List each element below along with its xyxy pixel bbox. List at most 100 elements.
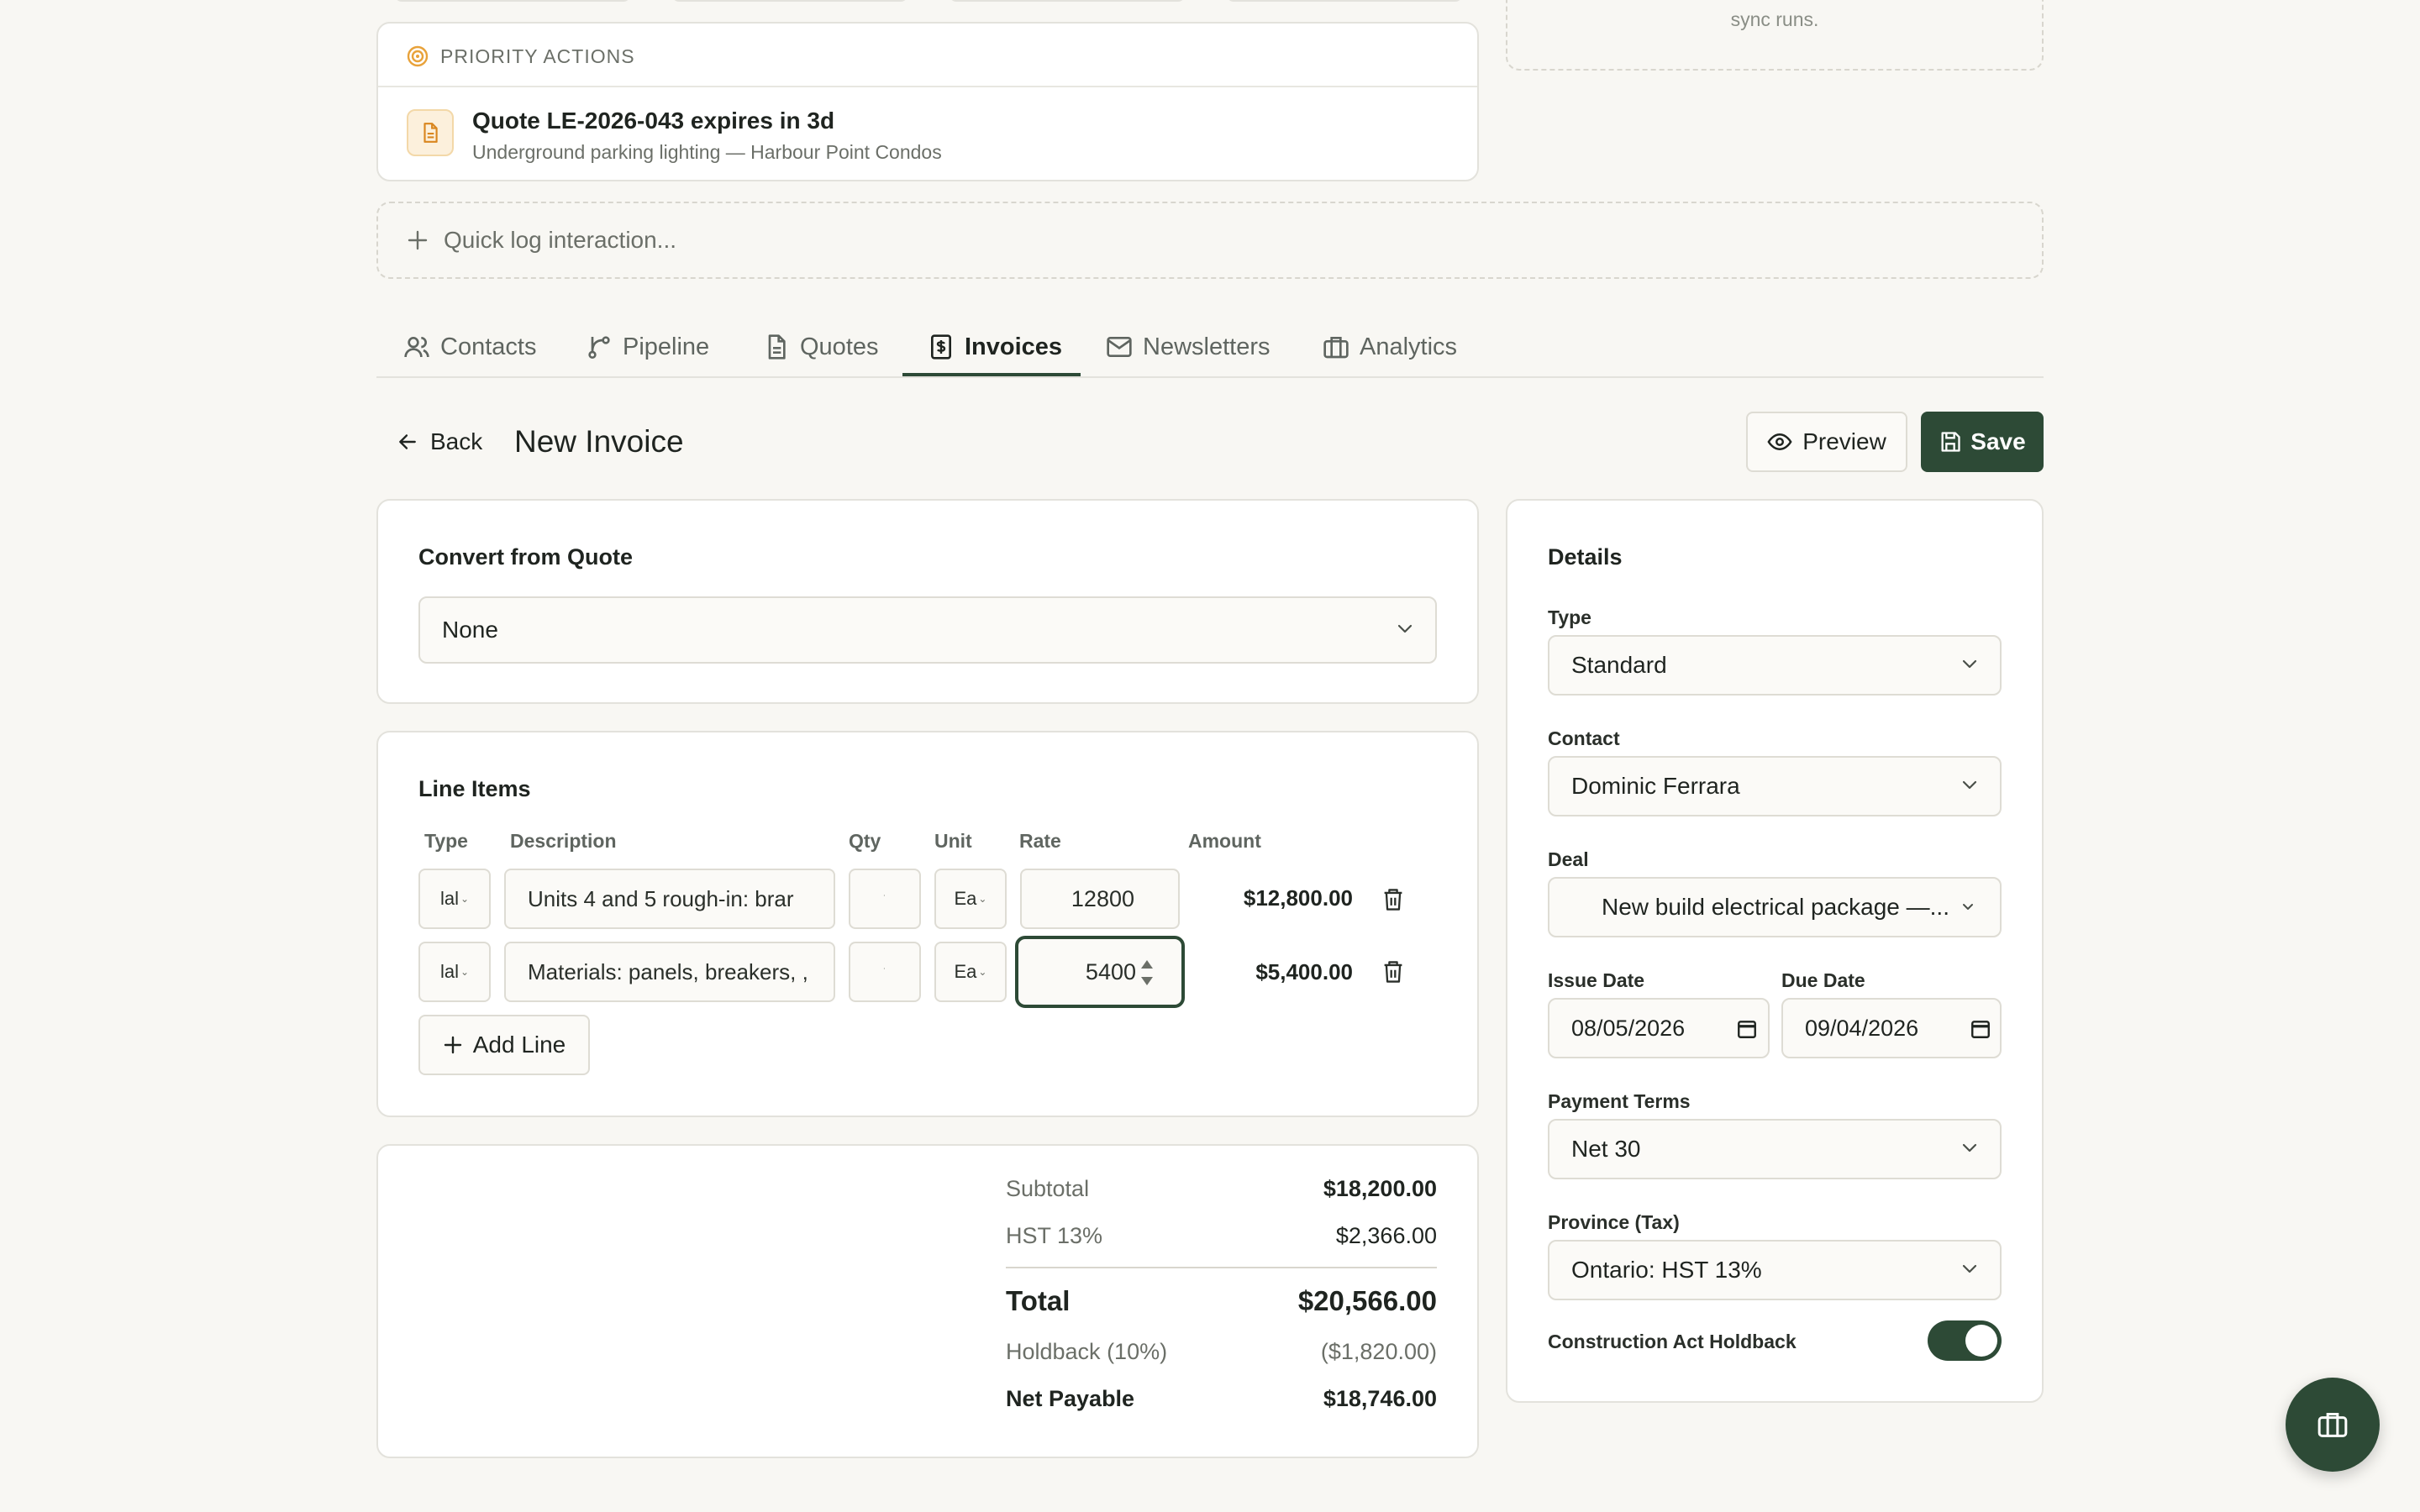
- holdback-toggle-label: Construction Act Holdback: [1548, 1331, 1797, 1352]
- stat-card-edge: [950, 0, 1185, 2]
- tab-quotes[interactable]: Quotes: [763, 321, 879, 373]
- payment-terms-value: Net 30: [1571, 1136, 1641, 1162]
- priority-item[interactable]: Quote LE-2026-043 expires in 3d Undergro…: [407, 108, 1460, 166]
- calendar-icon[interactable]: [1736, 1018, 1758, 1040]
- row-description-input[interactable]: Units 4 and 5 rough-in: brar: [504, 869, 835, 929]
- plus-icon: [407, 229, 429, 251]
- row-unit-select[interactable]: Ea ⌄: [934, 942, 1007, 1002]
- qty-dot: ˙: [883, 893, 886, 905]
- col-amount: Amount: [1188, 830, 1261, 852]
- eye-icon: [1767, 429, 1792, 454]
- chevron-down-icon: ⌄: [460, 893, 470, 905]
- tab-invoices[interactable]: Invoices: [928, 321, 1062, 373]
- net-payable-label: Net Payable: [1006, 1386, 1135, 1411]
- holdback-toggle[interactable]: [1928, 1320, 2002, 1361]
- row-type-select[interactable]: lal ⌄: [418, 869, 491, 929]
- chevron-down-icon: [1961, 1142, 1978, 1154]
- sync-note: sync runs.: [1730, 8, 1819, 30]
- priority-header: PRIORITY ACTIONS: [407, 42, 635, 71]
- quote-icon: [763, 333, 800, 360]
- row-description-input[interactable]: Materials: panels, breakers, ,: [504, 942, 835, 1002]
- preview-button[interactable]: Preview: [1746, 412, 1907, 472]
- add-line-button[interactable]: Add Line: [418, 1015, 590, 1075]
- type-select[interactable]: Standard: [1548, 635, 2002, 696]
- contacts-icon: [403, 333, 440, 360]
- row-qty-input[interactable]: ˙: [849, 942, 921, 1002]
- contact-select-value: Dominic Ferrara: [1571, 773, 1740, 799]
- row-rate-input-focused[interactable]: 5400: [1015, 936, 1185, 1008]
- mail-icon: [1106, 333, 1143, 360]
- tab-invoices-underline: [902, 373, 1081, 376]
- chevron-down-icon: [1961, 780, 1978, 791]
- chevron-down-icon: ⌄: [460, 966, 470, 978]
- target-icon: [407, 45, 429, 67]
- chevron-down-icon: [1961, 659, 1978, 670]
- col-type: Type: [424, 830, 468, 852]
- tab-analytics[interactable]: Analytics: [1323, 321, 1457, 373]
- deal-select-value: New build electrical package —...: [1602, 894, 1949, 920]
- row-unit-select[interactable]: Ea ⌄: [934, 869, 1007, 929]
- priority-divider: [378, 86, 1477, 87]
- holdback-label: Holdback (10%): [1006, 1339, 1168, 1364]
- quick-log-button[interactable]: Quick log interaction...: [376, 202, 2044, 279]
- row-type-value: lal: [439, 888, 459, 909]
- floating-toolbox-button[interactable]: [2286, 1378, 2380, 1472]
- contact-select[interactable]: Dominic Ferrara: [1548, 756, 2002, 816]
- chevron-down-icon: [1961, 1263, 1978, 1275]
- province-select[interactable]: Ontario: HST 13%: [1548, 1240, 2002, 1300]
- back-label: Back: [430, 428, 483, 454]
- type-select-value: Standard: [1571, 652, 1667, 678]
- subtotal-value: $18,200.00: [1323, 1176, 1437, 1201]
- row-description-value: Units 4 and 5 rough-in: brar: [528, 885, 794, 911]
- row-rate-value: 12800: [1071, 885, 1134, 911]
- priority-actions-card: PRIORITY ACTIONS Quote LE-2026-043 expir…: [376, 22, 1479, 181]
- chevron-down-icon: ⌄: [978, 966, 987, 978]
- due-date-label: Due Date: [1781, 969, 1865, 991]
- briefcase-icon: [2316, 1408, 2349, 1441]
- analytics-icon: [1323, 333, 1360, 360]
- tax-value: $2,366.00: [1335, 1223, 1437, 1248]
- tab-contacts[interactable]: Contacts: [403, 321, 536, 373]
- contact-label: Contact: [1548, 727, 1620, 749]
- payment-terms-select[interactable]: Net 30: [1548, 1119, 2002, 1179]
- deal-label: Deal: [1548, 848, 1589, 870]
- row-rate-input[interactable]: 12800: [1020, 869, 1180, 929]
- deal-select[interactable]: New build electrical package —...: [1548, 877, 2002, 937]
- row-rate-value: 5400: [1085, 958, 1136, 984]
- chevron-down-icon: [1961, 902, 1975, 912]
- calendar-icon[interactable]: [1970, 1018, 1991, 1040]
- chevron-down-icon: ⌄: [978, 893, 987, 905]
- col-unit: Unit: [934, 830, 972, 852]
- tab-contacts-label: Contacts: [440, 333, 537, 360]
- col-rate: Rate: [1019, 830, 1061, 852]
- convert-select[interactable]: None: [418, 596, 1437, 664]
- row-type-select[interactable]: lal ⌄: [418, 942, 491, 1002]
- row-amount: $5,400.00: [1255, 959, 1353, 984]
- type-label: Type: [1548, 606, 1591, 628]
- trash-icon[interactable]: [1381, 959, 1405, 984]
- convert-card: Convert from Quote None: [376, 499, 1479, 704]
- row-qty-input[interactable]: ˙: [849, 869, 921, 929]
- holdback-value: ($1,820.00): [1320, 1339, 1437, 1364]
- save-button[interactable]: Save: [1921, 412, 2044, 472]
- convert-select-value: None: [442, 617, 498, 643]
- tab-newsletters-label: Newsletters: [1143, 333, 1270, 360]
- tax-label: HST 13%: [1006, 1223, 1103, 1248]
- trash-icon[interactable]: [1381, 887, 1405, 912]
- stat-card-edge: [395, 0, 630, 2]
- spinner-icon[interactable]: [1139, 956, 1155, 990]
- tab-newsletters[interactable]: Newsletters: [1106, 321, 1270, 373]
- due-date-input[interactable]: 09/04/2026: [1781, 998, 2002, 1058]
- chevron-down-icon: [1397, 623, 1413, 635]
- issue-date-input[interactable]: 08/05/2026: [1548, 998, 1770, 1058]
- tab-pipeline-label: Pipeline: [623, 333, 710, 360]
- tab-pipeline[interactable]: Pipeline: [586, 321, 709, 373]
- line-items-title: Line Items: [418, 776, 531, 801]
- invoice-icon: [928, 333, 965, 360]
- net-payable-value: $18,746.00: [1323, 1386, 1437, 1411]
- details-title: Details: [1548, 544, 1623, 570]
- issue-date-label: Issue Date: [1548, 969, 1645, 991]
- back-button[interactable]: Back: [397, 423, 482, 460]
- row-description-value: Materials: panels, breakers, ,: [528, 958, 808, 984]
- subtotal-label: Subtotal: [1006, 1176, 1090, 1201]
